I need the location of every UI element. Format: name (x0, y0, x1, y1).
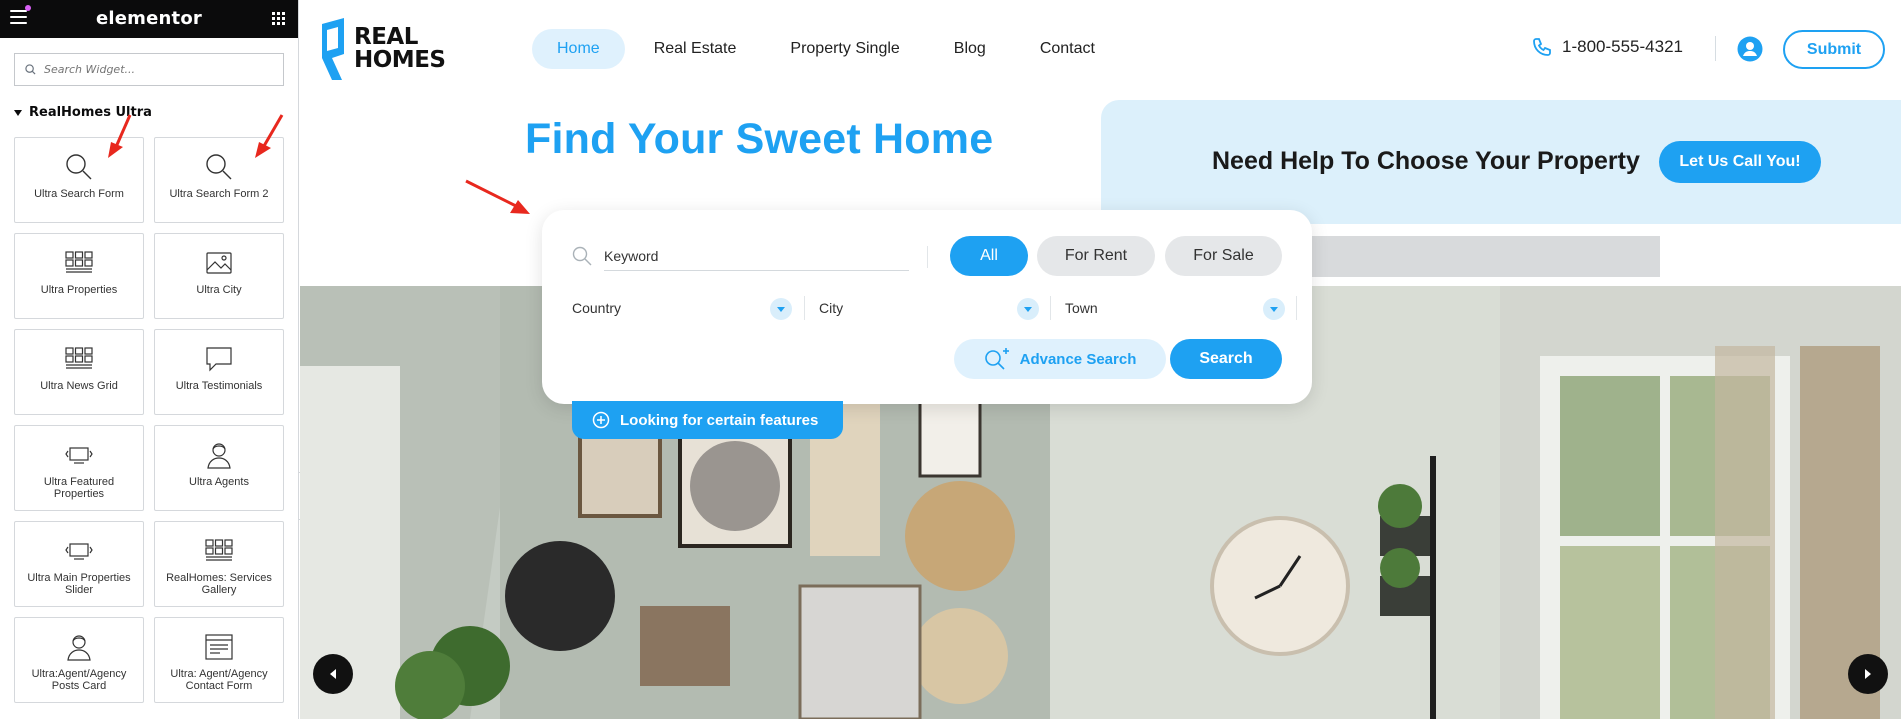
widget-label: Ultra Featured Properties (43, 476, 115, 500)
divider (1050, 296, 1051, 320)
widget-label: Ultra Search Form (34, 188, 124, 200)
town-select[interactable]: Town (1065, 292, 1285, 324)
nav-property-single[interactable]: Property Single (765, 29, 924, 69)
widget-ultra-agent-agency-posts-card[interactable]: Ultra:Agent/Agency Posts Card (14, 617, 144, 703)
nav-home[interactable]: Home (532, 29, 625, 69)
country-select[interactable]: Country (572, 292, 792, 324)
widget-ultra-testimonials[interactable]: Ultra Testimonials (154, 329, 284, 415)
widget-label: Ultra Properties (40, 284, 118, 296)
nav-real-estate[interactable]: Real Estate (629, 29, 762, 69)
slider-icon (65, 543, 93, 560)
search-icon (572, 246, 592, 266)
status-tab-for-sale[interactable]: For Sale (1165, 236, 1282, 276)
slider-icon (65, 447, 93, 464)
features-toggle[interactable]: Looking for certain features (572, 401, 843, 439)
submit-button[interactable]: Submit (1783, 30, 1885, 69)
widget-realhomes-services-gallery[interactable]: RealHomes: Services Gallery (154, 521, 284, 607)
widget-search-input[interactable] (44, 63, 264, 76)
logo-text-line2: HOMES (354, 47, 446, 73)
call-us-button[interactable]: Let Us Call You! (1659, 141, 1821, 183)
slider-next-button[interactable] (1848, 654, 1888, 694)
plus-circle-icon (592, 411, 610, 429)
chevron-down-icon (1263, 298, 1285, 320)
search-icon (66, 154, 92, 180)
widget-label: Ultra News Grid (40, 380, 118, 392)
city-select[interactable]: City (819, 292, 1039, 324)
caret-left-icon (330, 669, 336, 679)
header-divider (1715, 36, 1716, 61)
widget-label: Ultra Agents (189, 476, 249, 488)
logo-mark-icon (322, 18, 344, 80)
divider (804, 296, 805, 320)
keyword-input[interactable] (604, 241, 909, 271)
search-icon (206, 154, 232, 180)
widget-label: Ultra Search Form 2 (169, 188, 269, 200)
user-account-icon[interactable] (1737, 36, 1763, 62)
advance-search-button[interactable]: Advance Search (954, 339, 1166, 379)
advance-search-label: Advance Search (1019, 350, 1137, 368)
widget-ultra-search-form[interactable]: Ultra Search Form (14, 137, 144, 223)
panel-header: elementor (0, 0, 298, 38)
search-icon (25, 64, 36, 75)
caret-right-icon (1865, 669, 1871, 679)
grid-icon (65, 347, 93, 369)
logo-text-line1: REAL (354, 24, 418, 50)
widget-grid: Ultra Search Form Ultra Search Form 2 Ul… (14, 137, 284, 703)
caret-down-icon (14, 109, 22, 116)
main-nav: Home Real Estate Property Single Blog Co… (532, 29, 1124, 69)
status-tab-all[interactable]: All (950, 236, 1028, 276)
image-icon (206, 252, 232, 274)
person-icon (207, 443, 231, 469)
widget-ultra-city[interactable]: Ultra City (154, 233, 284, 319)
widget-label: Ultra Main Properties Slider (27, 572, 131, 596)
features-label: Looking for certain features (620, 411, 819, 429)
phone-number: 1-800-555-4321 (1562, 37, 1683, 56)
person-icon (67, 635, 91, 661)
phone-link[interactable]: 1-800-555-4321 (1532, 37, 1683, 57)
placeholder-bar (1312, 236, 1660, 277)
widget-label: Ultra Testimonials (175, 380, 263, 392)
panel-title: elementor (95, 8, 202, 29)
slider-prev-button[interactable] (313, 654, 353, 694)
city-select-label: City (819, 300, 844, 316)
category-title: RealHomes Ultra (29, 105, 152, 120)
divider (1296, 296, 1297, 320)
site-logo[interactable]: REAL HOMES (318, 18, 446, 80)
category-toggle[interactable]: RealHomes Ultra (14, 105, 152, 120)
widget-label: Ultra City (196, 284, 242, 296)
town-select-label: Town (1065, 300, 1098, 316)
grid-icon (65, 251, 93, 273)
widget-ultra-featured-properties[interactable]: Ultra Featured Properties (14, 425, 144, 511)
widget-ultra-agents[interactable]: Ultra Agents (154, 425, 284, 511)
search-button[interactable]: Search (1170, 339, 1282, 379)
hero-heading: Find Your Sweet Home (525, 115, 994, 163)
form-icon (205, 634, 233, 660)
widget-ultra-agent-agency-contact-form[interactable]: Ultra: Agent/Agency Contact Form (154, 617, 284, 703)
nav-contact[interactable]: Contact (1015, 29, 1120, 69)
widget-search[interactable] (14, 53, 284, 86)
help-text: Need Help To Choose Your Property (1212, 147, 1640, 175)
site-preview: REAL HOMES Home Real Estate Property Sing… (300, 0, 1901, 719)
phone-icon (1533, 38, 1551, 56)
widget-ultra-search-form-2[interactable]: Ultra Search Form 2 (154, 137, 284, 223)
search-form-card: All For Rent For Sale Country City Town … (542, 210, 1312, 404)
nav-blog[interactable]: Blog (929, 29, 1011, 69)
divider (927, 246, 928, 268)
widgets-grid-icon[interactable] (272, 12, 285, 25)
country-select-label: Country (572, 300, 622, 316)
speech-bubble-icon (206, 347, 232, 372)
widget-label: Ultra: Agent/Agency Contact Form (170, 668, 268, 692)
widget-ultra-main-properties-slider[interactable]: Ultra Main Properties Slider (14, 521, 144, 607)
widget-ultra-properties[interactable]: Ultra Properties (14, 233, 144, 319)
widget-label: RealHomes: Services Gallery (166, 572, 272, 596)
widget-ultra-news-grid[interactable]: Ultra News Grid (14, 329, 144, 415)
widget-label: Ultra:Agent/Agency Posts Card (31, 668, 127, 692)
search-plus-icon (984, 348, 1009, 370)
status-tab-for-rent[interactable]: For Rent (1037, 236, 1155, 276)
chevron-down-icon (770, 298, 792, 320)
chevron-down-icon (1017, 298, 1039, 320)
keyword-field[interactable] (572, 238, 912, 274)
elementor-panel: elementor RealHomes Ultra Ultra Search F… (0, 0, 299, 719)
grid-icon (205, 539, 233, 561)
